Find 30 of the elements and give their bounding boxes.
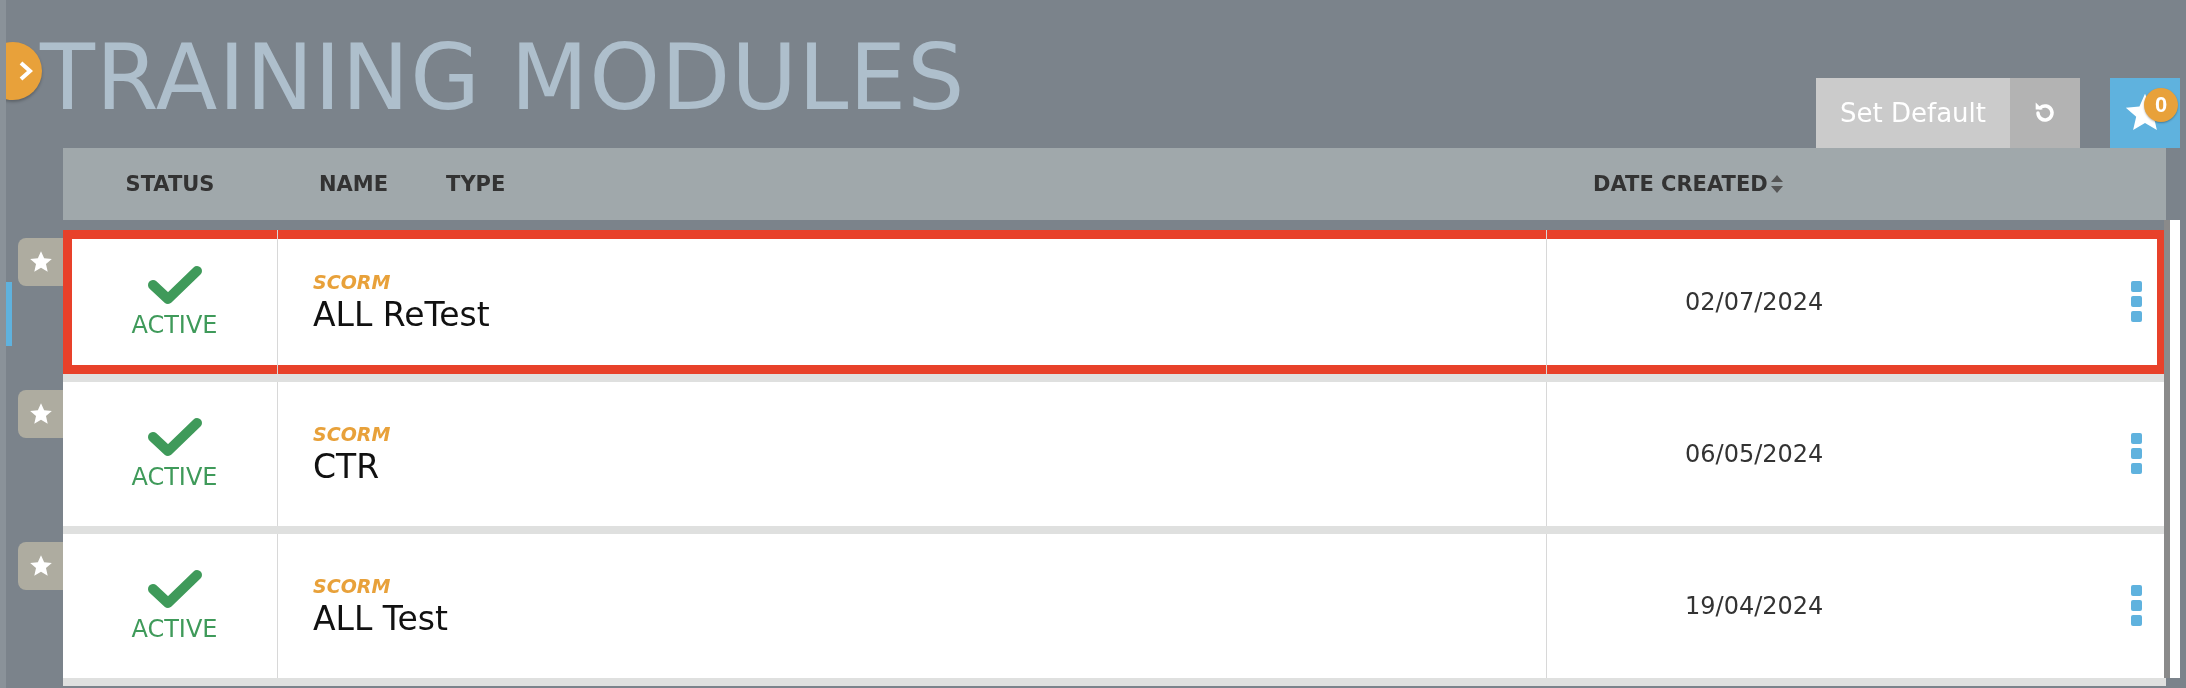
type-label: SCORM	[313, 574, 392, 597]
module-name: ALL ReTest	[313, 294, 491, 334]
checkmark-icon	[147, 569, 202, 609]
favorite-toggle[interactable]	[18, 542, 63, 590]
status-label: ACTIVE	[131, 615, 218, 643]
more-icon	[2131, 585, 2143, 627]
type-label: SCORM	[313, 422, 392, 445]
more-icon	[2131, 281, 2143, 323]
favorite-toggle[interactable]	[18, 390, 63, 438]
date-created: 06/05/2024	[1685, 440, 1824, 468]
chevron-right-icon	[18, 60, 34, 82]
column-header: TYPE	[446, 172, 506, 196]
favorite-toggle[interactable]	[18, 238, 63, 286]
module-name: ALL Test	[313, 598, 449, 638]
column-header: STATUS	[125, 172, 215, 196]
favorites-count-badge: 0	[2144, 88, 2178, 122]
module-name: CTR	[313, 446, 381, 486]
status-label: ACTIVE	[131, 311, 218, 339]
reset-button[interactable]	[2010, 78, 2080, 148]
status-label: ACTIVE	[131, 463, 218, 491]
checkmark-icon	[147, 417, 202, 457]
checkmark-icon	[147, 265, 202, 305]
column-header[interactable]: DATE CREATED	[1593, 172, 1784, 196]
page-title: TRAINING MODULES	[40, 28, 966, 127]
column-header: NAME	[319, 172, 389, 196]
more-icon	[2131, 433, 2143, 475]
type-label: SCORM	[313, 270, 392, 293]
date-created: 02/07/2024	[1685, 288, 1824, 316]
scrollbar[interactable]	[2164, 220, 2180, 678]
date-created: 19/04/2024	[1685, 592, 1824, 620]
